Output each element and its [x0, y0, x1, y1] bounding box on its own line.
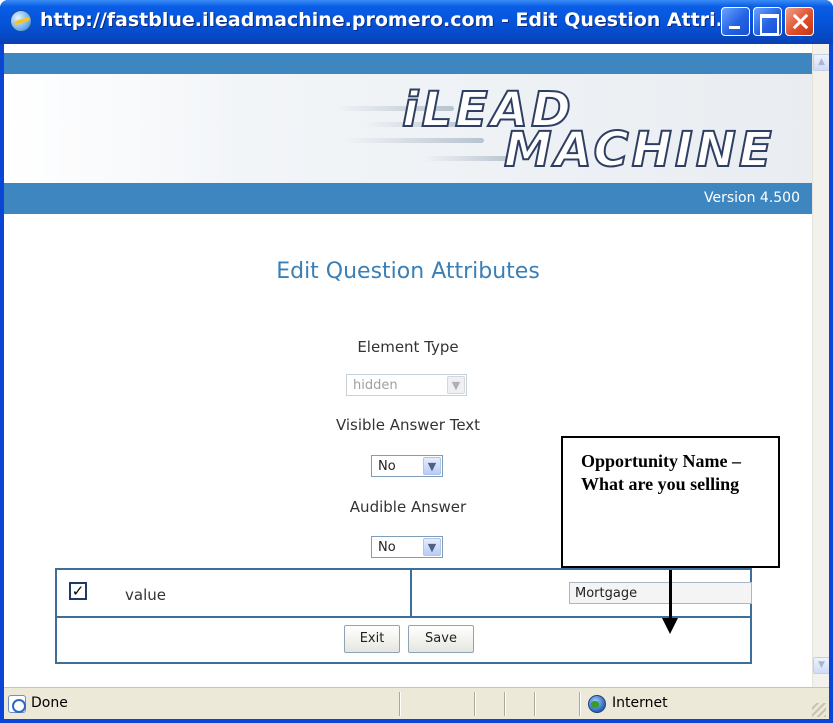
annotation-arrow — [669, 570, 672, 620]
zone-text: Internet — [612, 695, 668, 711]
close-button[interactable] — [785, 7, 814, 36]
globe-icon — [588, 695, 606, 713]
visible-answer-text-label: Visible Answer Text — [335, 416, 481, 434]
audible-answer-value: No — [378, 540, 396, 555]
ie-icon — [10, 10, 32, 32]
save-button[interactable]: Save — [408, 625, 474, 653]
chevron-down-icon[interactable]: ▼ — [423, 457, 441, 475]
page-title: Edit Question Attributes — [276, 259, 540, 284]
minimize-button[interactable] — [721, 7, 750, 36]
element-type-value: hidden — [353, 378, 398, 393]
table-divider — [410, 570, 412, 616]
status-divider — [474, 692, 476, 716]
audible-answer-select[interactable]: No ▼ — [371, 536, 443, 558]
exit-button[interactable]: Exit — [344, 625, 400, 653]
value-checkbox[interactable]: ✓ — [69, 582, 87, 600]
value-label: value — [125, 586, 166, 604]
page-content: iLEAD MACHINE Version 4.500 Edit Questio… — [4, 44, 829, 687]
window-title: http://fastblue.ileadmachine.promero.com… — [40, 9, 720, 31]
value-input[interactable]: Mortgage — [569, 582, 752, 604]
browser-window: http://fastblue.ileadmachine.promero.com… — [0, 0, 833, 723]
logo-banner: iLEAD MACHINE — [4, 74, 812, 183]
visible-answer-text-value: No — [378, 459, 396, 474]
top-strip — [4, 53, 812, 74]
logo-streak — [344, 138, 484, 143]
maximize-button[interactable] — [753, 7, 782, 36]
visible-answer-text-select[interactable]: No ▼ — [371, 455, 443, 477]
page-done-icon — [8, 695, 26, 713]
element-type-label: Element Type — [357, 338, 459, 356]
scroll-up-icon[interactable]: ▲ — [813, 54, 829, 71]
version-bar: Version 4.500 — [4, 183, 812, 214]
status-text: Done — [31, 695, 68, 711]
status-bar: Done Internet — [4, 687, 829, 719]
resize-grip-icon[interactable] — [812, 703, 826, 717]
arrow-head-icon — [662, 618, 678, 634]
element-type-select: hidden ▼ — [346, 374, 467, 396]
title-bar[interactable]: http://fastblue.ileadmachine.promero.com… — [0, 0, 833, 44]
scroll-down-icon[interactable]: ▼ — [813, 657, 829, 674]
vertical-scrollbar[interactable]: ▲ ▼ — [812, 44, 829, 687]
chevron-down-icon: ▼ — [447, 376, 465, 394]
logo-text-machine: MACHINE — [503, 121, 775, 179]
logo-streak — [424, 156, 514, 161]
status-divider — [399, 692, 401, 716]
table-divider — [57, 616, 750, 618]
chevron-down-icon[interactable]: ▼ — [423, 538, 441, 556]
version-label: Version 4.500 — [703, 190, 800, 206]
status-divider — [534, 692, 536, 716]
attribute-table: ✓ value Mortgage Exit Save — [55, 568, 752, 664]
status-divider — [504, 692, 506, 716]
status-divider — [579, 692, 581, 716]
annotation-callout: Opportunity Name – What are you selling — [561, 436, 780, 568]
